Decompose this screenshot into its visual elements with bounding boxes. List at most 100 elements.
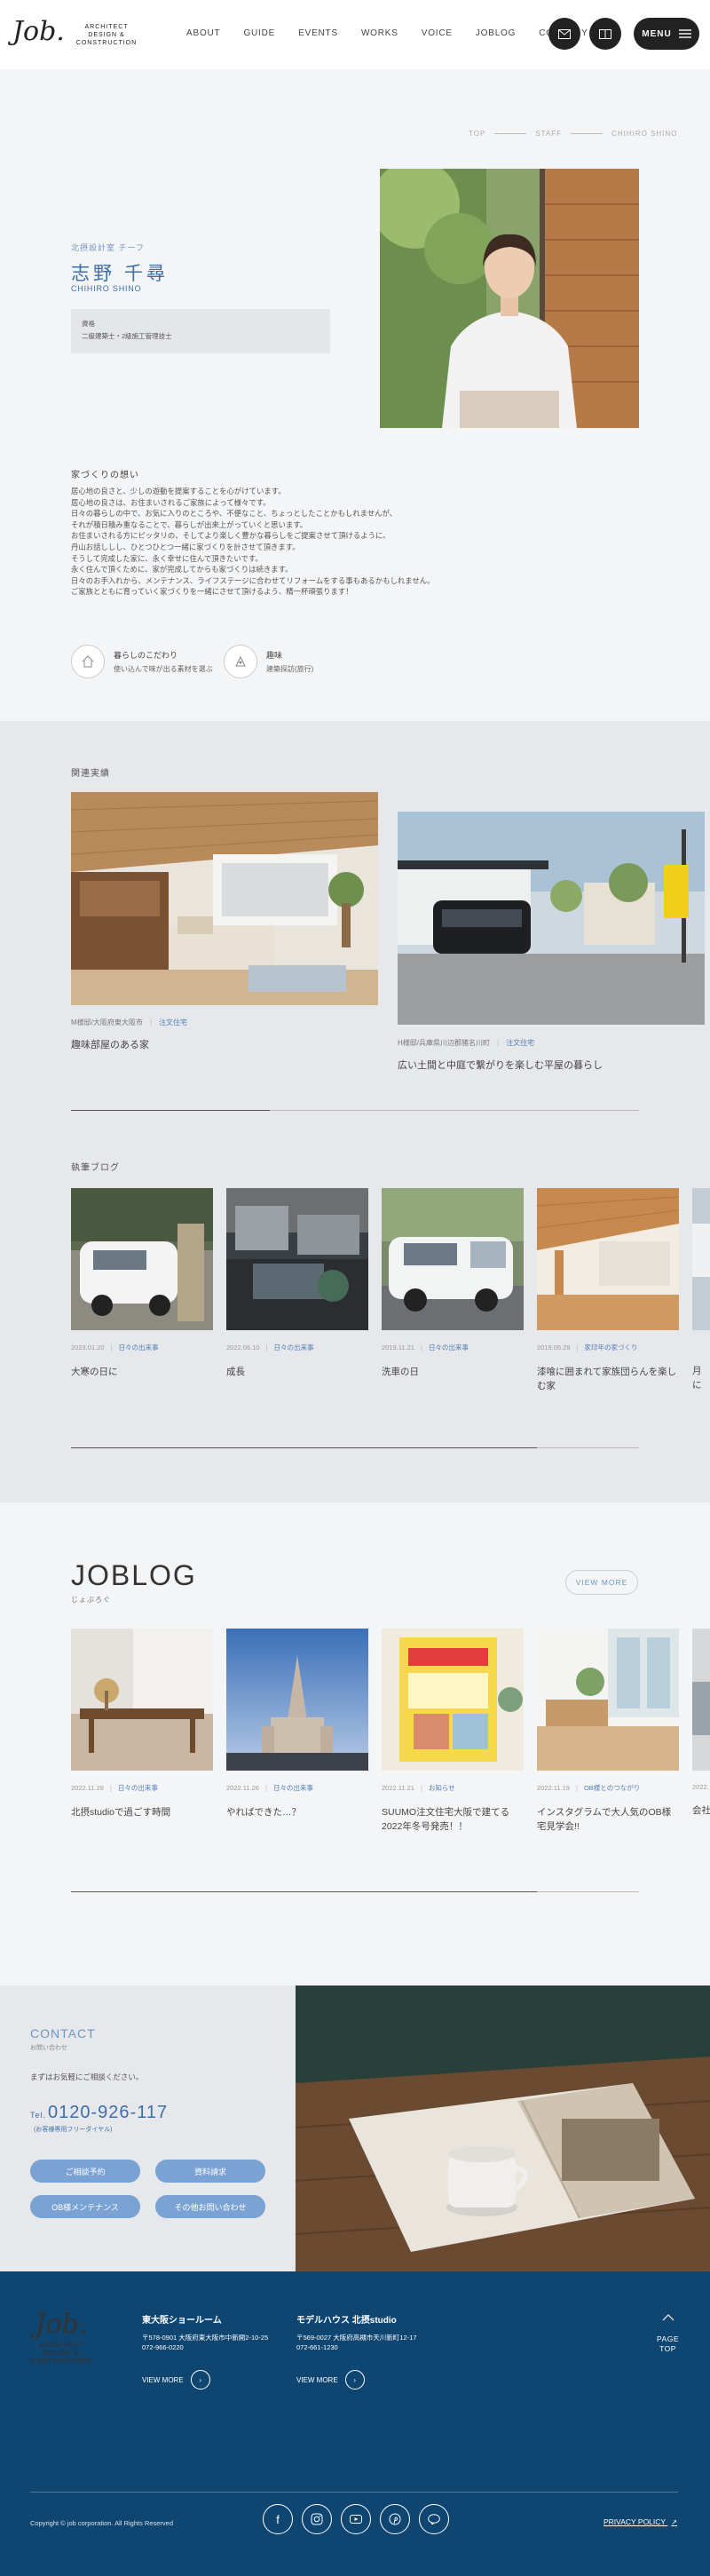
staffblog-card[interactable]: 月に [692,1188,710,1392]
joblog-card[interactable]: 2022.11.19 | OB様とのつながり インスタグラムで大人気のOB様宅見学会… [537,1629,679,1834]
nav-voice[interactable]: VOICE [422,28,453,38]
joblog-scroll-thumb[interactable] [71,1891,537,1892]
logo-subtitle: ARCHITECT DESIGN & CONSTRUCTION [75,24,138,46]
staff-photo [380,169,639,428]
joblog-card-title[interactable]: 北摂studioで過ごす時間 [71,1805,213,1819]
brochure-button[interactable]: 資料請求 [155,2160,265,2183]
joblog-card[interactable]: 2022.11.28 | 日々の出来事 北摂studioで過ごす時間 [71,1629,213,1819]
staffblog-card-image[interactable] [537,1188,679,1330]
staffblog-card[interactable]: 2022.06.10 | 日々の出来事 成長 [226,1188,368,1379]
joblog-card-image[interactable] [537,1629,679,1771]
nav-works[interactable]: WORKS [361,28,398,38]
staffblog-card[interactable]: 2023.01.20 | 日々の出来事 大寒の日に [71,1188,213,1379]
staffblog-card-tag[interactable]: 家印年の家づくり [585,1343,638,1352]
facebook-icon[interactable]: f [263,2504,293,2534]
related-card-tag[interactable]: 注文住宅 [159,1018,187,1027]
joblog-card-tag[interactable]: 日々の出来事 [118,1783,158,1793]
chevron-up-icon [662,2314,674,2321]
showroom-tel[interactable]: 072-966-0220 [142,2342,268,2352]
staffblog-card-image[interactable] [382,1188,524,1330]
joblog-card[interactable]: 2022.11.26 | 日々の出来事 やればできた…？ [226,1629,368,1819]
joblog-card[interactable]: 2022.11.21 | お知らせ SUUMO注文住宅大阪で建てる2022年冬号発売… [382,1629,524,1834]
vision-title: 家づくりの想い [71,471,139,480]
site-header: Job. ARCHITECT DESIGN & CONSTRUCTION ABO… [0,0,710,69]
breadcrumb-staff[interactable]: STAFF [535,130,562,138]
contact-subtitle: お問い合わせ [30,2045,67,2051]
joblog-card-date: 2022. [692,1783,709,1791]
staffblog-label: 執筆ブログ [71,1163,120,1173]
staffblog-card-title[interactable]: 洗車の日 [382,1365,524,1379]
staffblog-card[interactable]: 2019.11.21 | 日々の出来事 洗車の日 [382,1188,524,1379]
showroom-viewmore[interactable]: VIEW MORE › [296,2370,416,2390]
hamburger-icon [678,29,691,38]
staffblog-card-image[interactable] [71,1188,213,1330]
staffblog-card-tag[interactable]: 日々の出来事 [274,1343,314,1352]
joblog-card-tag[interactable]: OB様とのつながり [584,1783,640,1793]
joblog-card-image[interactable] [226,1629,368,1771]
joblog-card-title[interactable]: やればできた…？ [226,1805,368,1819]
reservation-button[interactable]: ご相談予約 [30,2160,140,2183]
showroom-name: 東大阪ショールーム [142,2316,222,2326]
joblog-card-tag[interactable]: お知らせ [429,1783,455,1793]
related-scrollbar[interactable] [71,1110,639,1111]
nav-joblog[interactable]: JOBLOG [476,28,516,38]
contact-tel[interactable]: Tel. 0120-926-117 [30,2103,168,2123]
staffblog-card-date: 2019.11.21 [382,1343,414,1351]
tel-number[interactable]: 0120-926-117 [48,2103,168,2122]
joblog-card-image[interactable] [382,1629,524,1771]
staffblog-card-title[interactable]: 大寒の日に [71,1365,213,1379]
joblog-viewmore-button[interactable]: VIEW MORE [565,1570,638,1595]
related-card-tag[interactable]: 注文住宅 [506,1038,534,1048]
staffblog-card-title[interactable]: 成長 [226,1365,368,1379]
joblog-card-title[interactable]: 会社 [692,1803,710,1818]
showroom-tel[interactable]: 072-661-1230 [296,2342,416,2352]
nav-events[interactable]: EVENTS [298,28,338,38]
contact-text: まずはお気軽にご相談ください。 [30,2073,144,2081]
joblog-card-title[interactable]: インスタグラムで大人気のOB様宅見学会!! [537,1805,679,1834]
staffblog-card-image[interactable] [226,1188,368,1330]
page-top-button[interactable]: PAGE TOP [657,2314,679,2354]
footer-logo[interactable]: Job. ARCHITECT DESIGN & CONSTRUCTION [30,2309,92,2366]
ob-maintenance-button[interactable]: OB様メンテナンス [30,2195,140,2218]
showroom-address: 〒578-0901 大阪府東大阪市中新開2-10-25 [142,2334,269,2342]
feature-hobby: 趣味 建築探訪(旅行) [224,645,313,678]
related-card-image[interactable] [398,812,705,1025]
related-scroll-thumb[interactable] [71,1110,270,1111]
joblog-card[interactable]: 2022. 会社 [692,1629,710,1818]
nav-about[interactable]: ABOUT [186,28,220,38]
privacy-label: PRIVACY POLICY [604,2517,666,2526]
pinterest-icon[interactable] [380,2504,410,2534]
mail-button[interactable] [548,18,580,50]
staffblog-card-title[interactable]: 漆喰に囲まれて家族団らんを楽しむ家 [537,1365,679,1393]
instagram-icon[interactable] [302,2504,332,2534]
logo[interactable]: Job. [12,16,65,47]
menu-button[interactable]: MENU [634,18,699,50]
staffblog-card-tag[interactable]: 日々の出来事 [119,1343,159,1352]
staffblog-card-title[interactable]: 月に [692,1364,710,1392]
staffblog-card-tag[interactable]: 日々の出来事 [429,1343,469,1352]
line-icon[interactable] [419,2504,449,2534]
staffblog-scrollbar[interactable] [71,1447,639,1448]
joblog-scrollbar[interactable] [71,1891,639,1892]
other-inquiry-button[interactable]: その他お問い合わせ [155,2195,265,2218]
staffblog-card[interactable]: 2019.05.29 | 家印年の家づくり 漆喰に囲まれて家族団らんを楽しむ家 [537,1188,679,1393]
joblog-card-image[interactable] [71,1629,213,1771]
external-link-icon: ↗ [671,2518,677,2526]
breadcrumb-top[interactable]: TOP [469,130,485,138]
joblog-card-tag[interactable]: 日々の出来事 [273,1783,313,1793]
feature-lifestyle: 暮らしのこだわり 使い込んで味が出る素材を選ぶ [71,645,213,678]
related-card-image[interactable] [71,792,378,1005]
youtube-icon[interactable] [341,2504,371,2534]
privacy-policy-link[interactable]: PRIVACY POLICY ↗ [604,2517,677,2526]
staffblog-scroll-thumb[interactable] [71,1447,537,1448]
nav-guide[interactable]: GUIDE [243,28,275,38]
joblog-card-title[interactable]: SUUMO注文住宅大阪で建てる2022年冬号発売！！ [382,1805,524,1834]
showroom-viewmore[interactable]: VIEW MORE › [142,2370,268,2390]
related-card-title[interactable]: 広い土間と中庭で繋がりを楽しむ平屋の暮らし [398,1058,603,1072]
joblog-card-image[interactable] [692,1629,710,1771]
breadcrumb-divider [571,133,604,134]
catalog-button[interactable] [589,18,621,50]
related-card-title[interactable]: 趣味部屋のある家 [71,1037,149,1051]
footer-logo-mark[interactable]: Job. [30,2309,92,2340]
staffblog-card-image[interactable] [692,1188,710,1330]
